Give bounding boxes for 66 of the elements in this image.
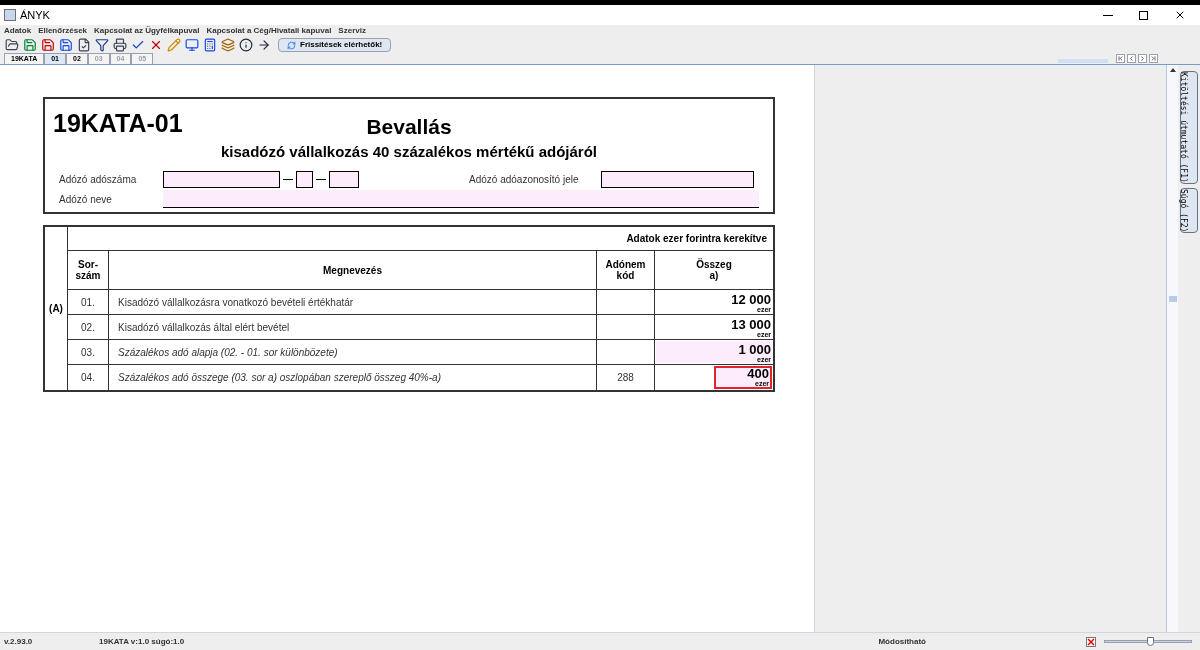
app-icon — [4, 9, 16, 21]
column-header: Sor- szám — [75, 259, 101, 281]
column-header: Összeg a) — [696, 259, 732, 281]
field-label: Adózó adószáma — [58, 173, 138, 187]
save-icon[interactable] — [40, 37, 56, 53]
section-label: (A) — [49, 302, 63, 316]
dash — [316, 179, 326, 180]
table-note: Adatok ezer forintra kerekítve — [626, 232, 767, 246]
filter-icon[interactable] — [94, 37, 110, 53]
save-icon[interactable] — [58, 37, 74, 53]
field-label: Adózó adóazonosító jele — [469, 173, 580, 187]
menu-item[interactable]: Kapcsolat az Ügyfélkapuval — [94, 25, 200, 37]
zoom-slider-thumb[interactable] — [1146, 637, 1154, 646]
scroll-thumb[interactable] — [1168, 296, 1177, 302]
screen-icon[interactable] — [184, 37, 200, 53]
menu-item[interactable]: Adatok — [4, 25, 32, 37]
form-title: Bevallás — [366, 114, 452, 140]
page-nav-button[interactable] — [1127, 54, 1136, 63]
info-icon[interactable] — [238, 37, 254, 53]
page-nav-button[interactable] — [1138, 54, 1147, 63]
form-version-text: 19KATA v:1.0 súgó:1.0 — [99, 635, 185, 648]
column-header: Adónem kód — [605, 259, 646, 281]
row-description: Kisadózó vállalkozás által elért bevétel — [118, 321, 290, 335]
row-number: 03. — [81, 346, 95, 360]
tax-number-field[interactable] — [163, 171, 280, 188]
field-label: Adózó neve — [58, 192, 113, 207]
form-code: 19KATA-01 — [53, 108, 184, 139]
window-title: ÁNYK — [20, 7, 50, 23]
name-field[interactable] — [163, 190, 759, 208]
maximize-icon[interactable] — [1139, 10, 1148, 20]
menu-item[interactable]: Ellenőrzések — [38, 25, 88, 37]
tax-number-field[interactable] — [296, 171, 313, 188]
print-icon[interactable] — [112, 37, 128, 53]
error-icon — [1086, 636, 1096, 647]
side-tab[interactable]: Súgó (F2) — [1180, 187, 1198, 234]
update-button[interactable]: Frissítések elérhetők! — [278, 38, 392, 52]
scrollbar[interactable] — [1166, 65, 1178, 632]
close-icon[interactable] — [1174, 9, 1186, 21]
calculator-icon[interactable] — [202, 37, 218, 53]
dash — [283, 179, 293, 180]
scroll-up-icon[interactable] — [1169, 68, 1176, 72]
row-description: Kisadózó vállalkozásra vonatkozó bevételi értékhatár — [118, 296, 354, 310]
tax-id-field[interactable] — [601, 171, 754, 188]
row-description: Százalékos adó összege (03. sor a) oszlopában szereplő összeg 40%-a) — [118, 371, 441, 385]
row-number: 01. — [81, 296, 95, 310]
page-nav-button[interactable] — [1116, 54, 1125, 63]
tax-number-field[interactable] — [329, 171, 359, 188]
save-icon[interactable] — [22, 37, 38, 53]
row-number: 02. — [81, 321, 95, 335]
form-subtitle: kisadózó vállalkozás 40 százalékos mértékű adójáról — [221, 141, 597, 162]
side-tab[interactable]: Kitöltési útmutató (F1) — [1180, 71, 1198, 184]
refresh-icon — [287, 40, 296, 50]
page-nav-button[interactable] — [1149, 54, 1158, 63]
tax-code: 288 — [617, 371, 634, 385]
row-number: 04. — [81, 371, 95, 385]
document-icon[interactable] — [76, 37, 92, 53]
row-description: Százalékos adó alapja (02. - 01. sor különbözete) — [118, 346, 338, 360]
menu-item[interactable]: Szerviz — [338, 25, 366, 37]
minimize-icon[interactable] — [1103, 14, 1113, 16]
open-folder-icon[interactable] — [4, 37, 20, 53]
mode-text: Módosítható — [878, 635, 926, 648]
column-header: Megnevezés — [323, 264, 382, 276]
stack-icon[interactable] — [220, 37, 236, 53]
version-text: v.2.93.0 — [4, 635, 34, 648]
menu-item[interactable]: Kapcsolat a Cég/Hivatali kapuval — [206, 25, 332, 37]
progress-track — [1058, 59, 1108, 63]
